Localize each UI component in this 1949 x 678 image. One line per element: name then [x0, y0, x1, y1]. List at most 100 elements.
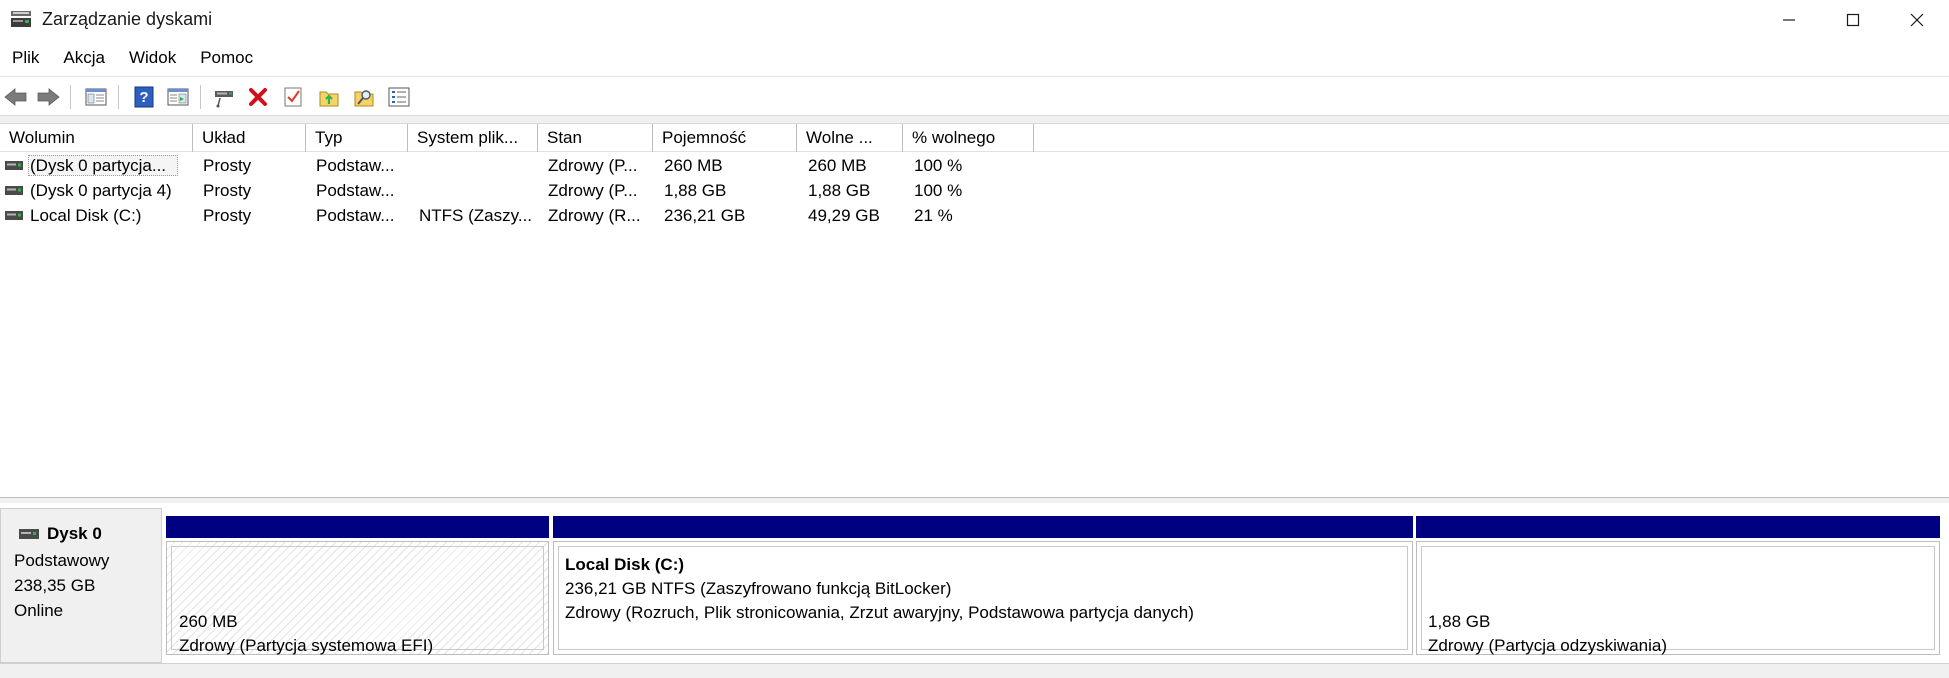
- disk-state: Online: [14, 601, 64, 620]
- connect-disk-button[interactable]: [212, 85, 236, 109]
- cell-layout: Prosty: [203, 156, 252, 175]
- properties-check-icon: [284, 87, 302, 107]
- list-view-button[interactable]: [387, 85, 411, 109]
- close-button[interactable]: [1885, 0, 1949, 40]
- table-row[interactable]: (Dysk 0 partycja 4) Prosty Podstaw... Zd…: [0, 178, 1949, 203]
- forward-arrow-icon: [37, 88, 60, 106]
- partition-recovery-size: 1,88 GB: [1428, 612, 1491, 631]
- partition-efi[interactable]: 260 MB Zdrowy (Partycja systemowa EFI): [166, 541, 549, 655]
- disk-name: Dysk 0: [47, 524, 102, 543]
- cell-filesystem: [419, 178, 535, 203]
- cell-percent-free: 21 %: [914, 206, 953, 225]
- disk-0-label[interactable]: Dysk 0 Podstawowy 238,35 GB Online: [0, 508, 162, 663]
- volume-icon: [5, 161, 23, 170]
- cell-layout: Prosty: [203, 181, 252, 200]
- close-icon: [1910, 13, 1924, 27]
- column-header-row: Wolumin Układ Typ System plik... Stan Po…: [0, 124, 1949, 152]
- volume-icon: [5, 211, 23, 220]
- move-up-button[interactable]: [317, 85, 341, 109]
- cell-free: 1,88 GB: [808, 181, 871, 200]
- table-row[interactable]: (Dysk 0 partycja... Prosty Podstaw... Zd…: [0, 153, 1949, 178]
- partition-bar-c: [553, 516, 1413, 538]
- cell-filesystem: [419, 153, 535, 178]
- toolbar-separator: [118, 85, 119, 109]
- column-header-wolne[interactable]: Wolne ...: [797, 124, 903, 152]
- connect-disk-icon: [215, 91, 233, 108]
- disk-management-window: Zarządzanie dyskami Plik Akcja Widok Pom…: [0, 0, 1949, 678]
- toolbar-separator: [70, 85, 71, 109]
- cell-status: Zdrowy (P...: [548, 181, 638, 200]
- cell-capacity: 260 MB: [664, 156, 723, 175]
- disk-management-app-icon: [11, 11, 31, 27]
- partition-efi-size: 260 MB: [179, 612, 238, 631]
- cell-free: 260 MB: [808, 156, 867, 175]
- cell-volume: (Dysk 0 partycja 4): [30, 181, 172, 200]
- cell-percent-free: 100 %: [914, 156, 963, 175]
- cell-filesystem: NTFS (Zaszy...: [419, 206, 533, 225]
- menu-bar: Plik Akcja Widok Pomoc: [0, 40, 1949, 76]
- delete-button[interactable]: [246, 85, 270, 109]
- cell-layout: Prosty: [203, 206, 252, 225]
- back-button[interactable]: [4, 85, 28, 109]
- partition-c-title: Local Disk (C:): [565, 555, 685, 574]
- disk-map-pane: Dysk 0 Podstawowy 238,35 GB Online 260 M…: [0, 503, 1949, 663]
- partition-c-status: Zdrowy (Rozruch, Plik stronicowania, Zrz…: [565, 603, 1194, 622]
- cell-type: Podstaw...: [316, 181, 395, 200]
- console-tree-icon: [85, 88, 107, 106]
- partition-c-size: 236,21 GB NTFS (Zaszyfrowano funkcją Bit…: [565, 579, 952, 598]
- volume-icon: [5, 186, 23, 195]
- disk-type: Podstawowy: [14, 551, 110, 570]
- title-bar[interactable]: Zarządzanie dyskami: [0, 0, 1949, 40]
- cell-type: Podstaw...: [316, 156, 395, 175]
- status-bar: [0, 663, 1949, 678]
- console-tree-button[interactable]: [84, 85, 108, 109]
- search-folder-button[interactable]: [352, 85, 376, 109]
- cell-status: Zdrowy (R...: [548, 206, 641, 225]
- back-arrow-icon: [4, 88, 27, 106]
- maximize-icon: [1846, 13, 1860, 27]
- column-header-stan[interactable]: Stan: [538, 124, 653, 152]
- partition-recovery-status: Zdrowy (Partycja odzyskiwania): [1428, 636, 1668, 655]
- partition-bar-recovery: [1416, 516, 1940, 538]
- minimize-icon: [1783, 19, 1795, 21]
- cell-type: Podstaw...: [316, 206, 395, 225]
- partition-inner-frame: [171, 546, 544, 650]
- menu-pomoc[interactable]: Pomoc: [192, 44, 261, 72]
- cell-capacity: 236,21 GB: [664, 206, 746, 225]
- help-button[interactable]: ?: [132, 85, 156, 109]
- minimize-button[interactable]: [1757, 0, 1821, 40]
- column-header-wolumin[interactable]: Wolumin: [0, 124, 193, 152]
- forward-button[interactable]: [36, 85, 60, 109]
- maximize-button[interactable]: [1821, 0, 1885, 40]
- list-view-icon: [388, 87, 410, 107]
- partition-efi-status: Zdrowy (Partycja systemowa EFI): [179, 636, 434, 655]
- delete-icon: [249, 88, 267, 106]
- disk-size: 238,35 GB: [14, 576, 96, 595]
- properties-button[interactable]: [281, 85, 305, 109]
- toolbar: ?: [0, 76, 1949, 116]
- partition-inner-frame: [1421, 546, 1935, 650]
- volume-list[interactable]: Wolumin Układ Typ System plik... Stan Po…: [0, 123, 1949, 498]
- cell-status: Zdrowy (P...: [548, 156, 638, 175]
- column-header-typ[interactable]: Typ: [306, 124, 408, 152]
- column-header-uklad[interactable]: Układ: [193, 124, 306, 152]
- show-pane-button[interactable]: [166, 85, 190, 109]
- help-icon: ?: [134, 86, 154, 108]
- column-header-procent-wolnego[interactable]: % wolnego: [903, 124, 1034, 152]
- disk-icon: [19, 529, 39, 539]
- column-header-system-plikow[interactable]: System plik...: [408, 124, 538, 152]
- partition-bar-efi: [166, 516, 549, 538]
- cell-free: 49,29 GB: [808, 206, 880, 225]
- partition-recovery[interactable]: 1,88 GB Zdrowy (Partycja odzyskiwania): [1416, 541, 1940, 655]
- cell-volume: Local Disk (C:): [30, 206, 142, 225]
- move-up-icon: [319, 91, 339, 107]
- menu-akcja[interactable]: Akcja: [55, 44, 113, 72]
- column-header-pojemnosc[interactable]: Pojemność: [653, 124, 797, 152]
- table-row[interactable]: Local Disk (C:) Prosty Podstaw... NTFS (…: [0, 203, 1949, 228]
- menu-plik[interactable]: Plik: [4, 44, 47, 72]
- search-folder-icon: [354, 90, 374, 107]
- partition-c[interactable]: Local Disk (C:) 236,21 GB NTFS (Zaszyfro…: [553, 541, 1413, 655]
- toolbar-separator: [200, 85, 201, 109]
- window-title: Zarządzanie dyskami: [42, 9, 213, 29]
- menu-widok[interactable]: Widok: [121, 44, 184, 72]
